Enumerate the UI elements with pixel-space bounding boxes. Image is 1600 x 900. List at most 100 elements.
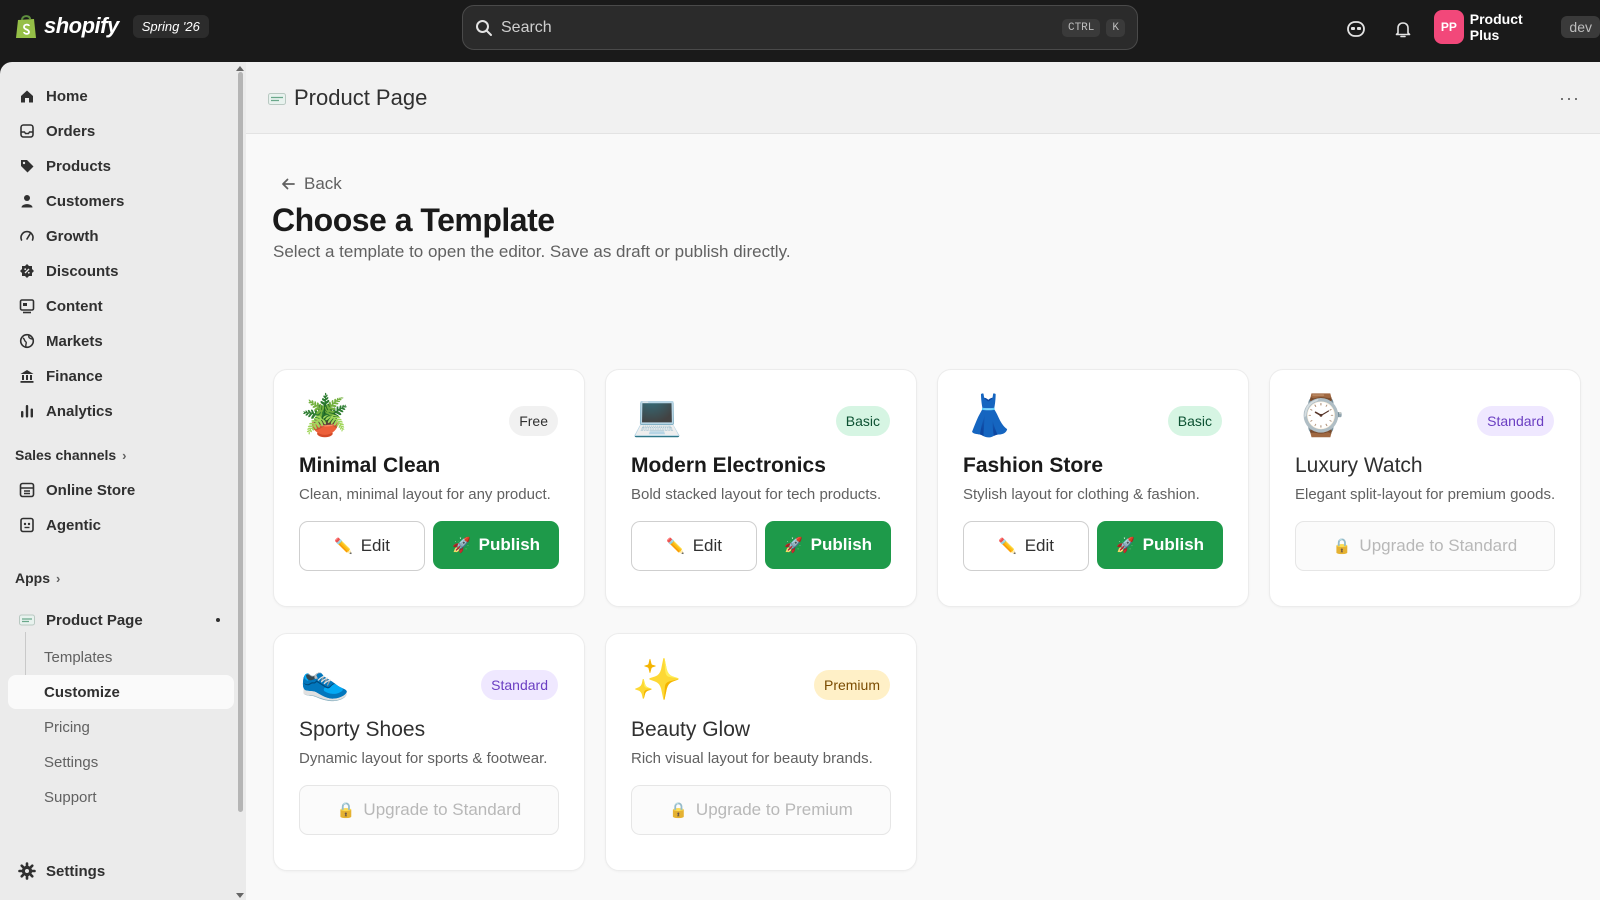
sidebar-item-label: Product Page <box>46 611 143 629</box>
template-card-luxury-watch: ⌚ Standard Luxury Watch Elegant split-layou… <box>1269 369 1581 607</box>
sidebar-item-analytics[interactable]: Analytics <box>8 395 234 427</box>
main-area: Product Page ··· Back Choose a Template … <box>246 62 1600 900</box>
sidebar-item-orders[interactable]: Orders <box>8 115 234 147</box>
template-name: Luxury Watch <box>1295 454 1423 477</box>
content-area: Back Choose a Template Select a template… <box>246 134 1600 900</box>
edit-button[interactable]: ✏️ Edit <box>963 521 1089 571</box>
edit-label: Edit <box>1024 536 1054 555</box>
sidebar-item-label: Online Store <box>46 481 136 499</box>
tag-icon <box>18 157 36 175</box>
upgrade-button[interactable]: 🔒 Upgrade to Premium <box>631 785 891 835</box>
template-thumbnail-icon: 🪴 <box>300 394 350 438</box>
edit-button[interactable]: ✏️ Edit <box>299 521 425 571</box>
sidebar-scrollbar[interactable] <box>238 72 243 812</box>
sidebar-item-label: Content <box>46 297 103 315</box>
sidebar-item-online-store[interactable]: Online Store <box>8 474 234 506</box>
sidebar-item-label: Orders <box>46 122 96 140</box>
template-name: Sporty Shoes <box>299 718 426 741</box>
app-icon <box>18 611 36 629</box>
shopify-logo[interactable]: shopify Spring '26 <box>14 12 209 40</box>
rocket-icon: 🚀 <box>783 537 803 554</box>
bell-icon[interactable] <box>1391 17 1415 41</box>
template-thumbnail-icon: ✨ <box>632 658 682 702</box>
shopify-bag-icon <box>14 12 38 40</box>
edit-button[interactable]: ✏️ Edit <box>631 521 757 571</box>
scroll-down-arrow[interactable] <box>236 893 244 898</box>
sidebar-item-growth[interactable]: Growth <box>8 220 234 252</box>
plan-badge: Premium <box>813 670 890 700</box>
sidebar-item-discounts[interactable]: Discounts <box>8 255 234 287</box>
search-input[interactable]: Search CTRL K <box>462 5 1138 50</box>
template-description: Elegant split-layout for premium goods. <box>1295 486 1556 503</box>
template-thumbnail-icon: 👟 <box>300 658 350 702</box>
shortcut-key-k: K <box>1106 18 1125 37</box>
sidebar-subitem-customize[interactable]: Customize <box>8 675 234 709</box>
globe-icon <box>18 332 36 350</box>
sidebar-subitem-settings[interactable]: Settings <box>8 745 234 779</box>
plan-badge: Basic <box>835 406 890 436</box>
upgrade-button[interactable]: 🔒 Upgrade to Standard <box>1295 521 1555 571</box>
back-link[interactable]: Back <box>280 174 342 194</box>
edit-label: Edit <box>360 536 390 555</box>
avatar: PP <box>1434 10 1464 44</box>
sidekick-icon[interactable] <box>1344 17 1368 41</box>
rocket-icon: 🚀 <box>451 537 471 554</box>
page-subtitle: Select a template to open the editor. Sa… <box>273 242 791 261</box>
sidebar-subitem-templates[interactable]: Templates <box>8 640 234 674</box>
more-actions-icon[interactable]: ··· <box>1559 88 1580 109</box>
sidebar-item-product-page-app[interactable]: Product Page <box>8 604 234 636</box>
sidebar-item-label: Finance <box>46 367 103 385</box>
template-description: Dynamic layout for sports & footwear. <box>299 750 548 767</box>
sidebar-item-label: Settings <box>46 862 106 880</box>
sales-channels-label[interactable]: Sales channels › <box>15 447 127 463</box>
publish-button[interactable]: 🚀 Publish <box>765 521 891 569</box>
sidebar-subitem-pricing[interactable]: Pricing <box>8 710 234 744</box>
apps-label[interactable]: Apps › <box>15 570 60 586</box>
template-description: Rich visual layout for beauty brands. <box>631 750 873 767</box>
plan-badge: Free <box>509 406 558 436</box>
store-icon <box>18 481 36 499</box>
sidebar-item-settings[interactable]: Settings <box>8 855 234 887</box>
shortcut-key-ctrl: CTRL <box>1061 18 1101 37</box>
edit-label: Edit <box>692 536 722 555</box>
template-description: Stylish layout for clothing & fashion. <box>963 486 1200 503</box>
template-thumbnail-icon: 💻 <box>632 394 682 438</box>
template-card-beauty-glow: ✨ Premium Beauty Glow Rich visual layout fo… <box>605 633 917 871</box>
template-name: Beauty Glow <box>631 718 751 741</box>
sidebar-item-home[interactable]: Home <box>8 80 234 112</box>
apps-text: Apps <box>15 570 50 586</box>
search-placeholder: Search <box>501 18 552 36</box>
sidebar-item-label: Products <box>46 157 112 175</box>
chevron-right-icon: › <box>56 570 61 586</box>
page-title: Choose a Template <box>272 202 555 238</box>
pin-dot-icon[interactable] <box>216 618 220 622</box>
upgrade-button[interactable]: 🔒 Upgrade to Standard <box>299 785 559 835</box>
account-menu[interactable]: PP Product Plus dev <box>1434 10 1600 44</box>
publish-button[interactable]: 🚀 Publish <box>433 521 559 569</box>
sidebar-item-label: Growth <box>46 227 99 245</box>
bank-icon <box>18 367 36 385</box>
sidebar-subitem-support[interactable]: Support <box>8 780 234 814</box>
sidebar-item-customers[interactable]: Customers <box>8 185 234 217</box>
lock-icon: 🔒 <box>336 802 356 819</box>
person-icon <box>18 192 36 210</box>
sidebar-item-products[interactable]: Products <box>8 150 234 182</box>
sidebar-item-markets[interactable]: Markets <box>8 325 234 357</box>
template-name: Minimal Clean <box>299 454 441 477</box>
sidebar-item-agentic[interactable]: Agentic <box>8 509 234 541</box>
plan-badge: Standard <box>1477 406 1554 436</box>
template-card-minimal-clean: 🪴 Free Minimal Clean Clean, minimal layout … <box>273 369 585 607</box>
sidebar-item-content[interactable]: Content <box>8 290 234 322</box>
edition-badge: Spring '26 <box>132 14 209 38</box>
discount-icon <box>18 262 36 280</box>
content-icon <box>18 297 36 315</box>
sidebar-item-label: Customers <box>46 192 125 210</box>
gear-icon <box>18 862 36 880</box>
upgrade-label: Upgrade to Standard <box>1359 536 1518 555</box>
scroll-up-arrow[interactable] <box>236 66 244 71</box>
sidebar-item-label: Analytics <box>46 402 113 420</box>
gauge-icon <box>18 227 36 245</box>
sidebar-item-finance[interactable]: Finance <box>8 360 234 392</box>
plan-badge: Basic <box>1167 406 1222 436</box>
publish-button[interactable]: 🚀 Publish <box>1097 521 1223 569</box>
